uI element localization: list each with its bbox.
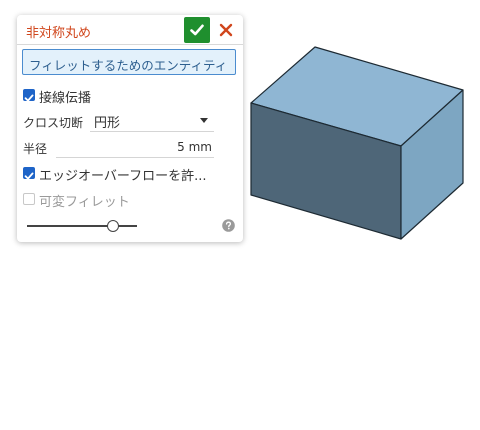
tangent-propagation-label: 接線伝播 [39, 91, 92, 106]
tangent-propagation-checkbox[interactable] [23, 89, 35, 102]
slider-track[interactable] [27, 225, 137, 227]
cross-section-dropdown[interactable]: 円形 [90, 109, 214, 131]
cross-section-label: クロス切断 [23, 116, 84, 130]
caret-down-icon [200, 118, 208, 123]
radius-underline [56, 157, 214, 158]
dialog-title: 非対称丸め [26, 26, 92, 41]
dialog-header: 非対称丸め [17, 15, 243, 45]
edge-overflow-checkbox[interactable] [23, 167, 35, 180]
variable-fillet-checkbox[interactable] [23, 193, 35, 205]
entities-selection-field[interactable]: フィレットするためのエンティティ [22, 49, 236, 75]
close-icon [219, 23, 233, 37]
edge-overflow-label: エッジオーバーフローを許... [39, 169, 207, 184]
radius-label: 半径 [23, 142, 48, 156]
entities-placeholder: フィレットするためのエンティティ [29, 58, 228, 73]
fillet-dialog: 非対称丸め フィレットするためのエンティティ 接線伝播 クロス切断 円形 半径 … [17, 15, 243, 242]
radius-value: 5 mm [177, 140, 212, 154]
check-icon [190, 24, 204, 36]
cancel-button[interactable] [215, 19, 237, 41]
slider-thumb[interactable] [106, 220, 119, 232]
variable-fillet-label: 可変フィレット [39, 195, 130, 210]
ok-button[interactable] [184, 17, 210, 43]
help-icon[interactable] [222, 219, 235, 232]
dropdown-underline [90, 131, 214, 132]
cross-section-value: 円形 [94, 116, 121, 131]
checkmark-icon [24, 172, 34, 180]
checkmark-icon [24, 94, 34, 102]
radius-input[interactable]: 5 mm [56, 136, 214, 157]
